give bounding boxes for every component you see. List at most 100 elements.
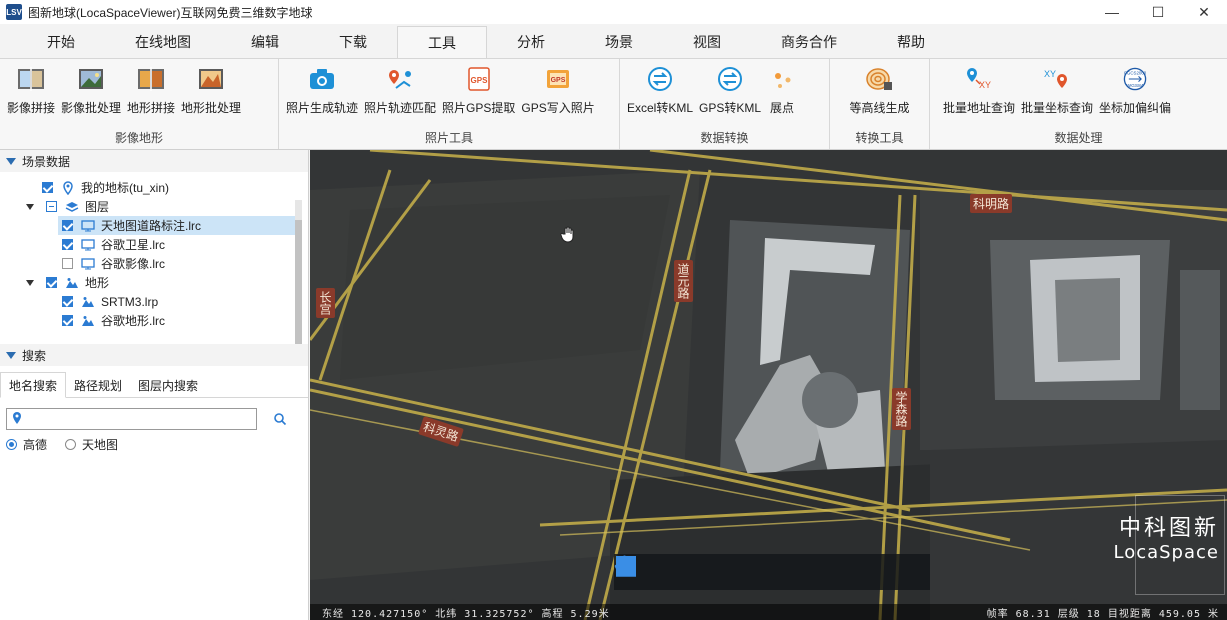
app-logo: LSV (6, 4, 22, 20)
photo-gps-extract-button[interactable]: GPS 照片GPS提取 (439, 61, 518, 125)
checkbox[interactable] (62, 239, 73, 250)
checkbox[interactable] (62, 220, 73, 231)
menu-analysis[interactable]: 分析 (487, 26, 575, 58)
contour-generate-button[interactable]: 等高线生成 (846, 61, 912, 125)
road-label-kemin: 科明路 (970, 194, 1013, 213)
menu-tools[interactable]: 工具 (397, 26, 487, 58)
tab-route-planning[interactable]: 路径规划 (66, 372, 130, 398)
road-label-xuesen: 学森路 (892, 388, 911, 430)
placemark-icon[interactable] (617, 556, 764, 587)
gps-write-photo-button[interactable]: GPS GPS写入照片 (518, 61, 597, 125)
checkbox[interactable] (46, 201, 57, 212)
svg-text:GPS: GPS (470, 76, 488, 85)
tree-item-my-placemarks[interactable]: 我的地标(tu_xin) (42, 178, 169, 197)
search-tabs: 地名搜索 路径规划 图层内搜索 (0, 372, 308, 398)
menu-edit[interactable]: 编辑 (221, 26, 309, 58)
tree-item-google-satellite[interactable]: 谷歌卫星.lrc (62, 235, 165, 254)
excel-to-kml-button[interactable]: Excel转KML (624, 61, 696, 125)
group-title-imagery-terrain: 影像地形 (114, 130, 163, 145)
road-label-daoyuan: 道元路 (674, 260, 693, 302)
tree-item-terrain[interactable]: 地形 (26, 273, 109, 292)
menu-bar: 开始 在线地图 编辑 下载 工具 分析 场景 视图 商务合作 帮助 (0, 24, 1227, 58)
image-mosaic-icon (16, 65, 46, 93)
polygon-icon[interactable] (616, 556, 864, 587)
coord-query-icon: XY (1042, 65, 1072, 93)
ribbon-group-data-process: XY 批量地址查询 XY 批量坐标查询 CGCS2000 WGS84 坐标加偏纠偏… (930, 59, 1227, 149)
checkbox[interactable] (46, 277, 57, 288)
search-button[interactable] (270, 409, 290, 429)
pin-icon (61, 180, 75, 195)
monitor-icon (81, 257, 95, 271)
status-bar: 东经 120.427150° 北纬 31.325752° 高程 5.29米 帧率… (310, 604, 1227, 620)
batch-coord-query-button[interactable]: XY 批量坐标查询 (1018, 61, 1096, 125)
search-input[interactable] (6, 408, 257, 430)
radio-gaode[interactable] (6, 439, 17, 450)
terrain-icon (81, 314, 95, 328)
location-pin-icon (11, 411, 23, 428)
road-label-left: 长宫 (316, 288, 335, 318)
render-stats: 帧率 68.31 层级 18 目视距离 459.05 米 (986, 608, 1219, 620)
tree-item-layers[interactable]: 图层 (26, 197, 109, 216)
monitor-icon (81, 238, 95, 252)
menu-scene[interactable]: 场景 (575, 26, 663, 58)
menu-business[interactable]: 商务合作 (751, 26, 867, 58)
tree-scrollbar[interactable] (295, 200, 302, 360)
tree-item-tianditu-road[interactable]: 天地图道路标注.lrc (58, 216, 296, 235)
image-batch-button[interactable]: 影像批处理 (58, 61, 124, 125)
photo-track-button[interactable]: 照片生成轨迹 (283, 61, 361, 125)
chart-icon[interactable] (616, 557, 914, 587)
coordinate-readout: 东经 120.427150° 北纬 31.325752° 高程 5.29米 (322, 608, 610, 620)
tab-layer-search[interactable]: 图层内搜索 (130, 372, 206, 398)
map-toolbar (614, 554, 930, 590)
select-arrow-icon[interactable] (618, 556, 714, 587)
points-icon (767, 65, 797, 93)
terrain-icon (81, 295, 95, 309)
plot-points-button[interactable]: 展点 (764, 61, 800, 125)
expand-arrow-icon[interactable] (26, 203, 34, 210)
expand-arrow-icon[interactable] (26, 279, 34, 286)
gps-write-icon: GPS (543, 65, 573, 93)
scrollbar-thumb[interactable] (295, 220, 302, 358)
photo-track-match-button[interactable]: 照片轨迹匹配 (361, 61, 439, 125)
coord-offset-button[interactable]: CGCS2000 WGS84 坐标加偏纠偏 (1096, 61, 1174, 125)
image-mosaic-button[interactable]: 影像拼接 (4, 61, 58, 125)
group-title-data-convert: 数据转换 (700, 130, 749, 145)
line-icon[interactable] (616, 556, 814, 587)
track-match-icon (385, 65, 415, 93)
checkbox[interactable] (42, 182, 53, 193)
image-batch-icon (76, 65, 106, 93)
menu-start[interactable]: 开始 (17, 26, 105, 58)
close-button[interactable]: ✕ (1181, 0, 1227, 24)
tree-item-srtm3[interactable]: SRTM3.lrp (62, 292, 158, 311)
terrain-mosaic-button[interactable]: 地形拼接 (124, 61, 178, 125)
map-view[interactable]: 科明路 道元路 科灵路 学森路 长宫 中科图新 LocaSpace 东经 120… (310, 150, 1227, 620)
checkbox[interactable] (62, 315, 73, 326)
batch-address-query-button[interactable]: XY 批量地址查询 (940, 61, 1018, 125)
contour-icon (864, 65, 894, 93)
checkbox[interactable] (62, 296, 73, 307)
tree-item-google-terrain[interactable]: 谷歌地形.lrc (62, 311, 165, 330)
radio-tianditu[interactable] (65, 439, 77, 450)
svg-text:XY: XY (1044, 69, 1056, 79)
scene-data-header[interactable]: 场景数据 (0, 150, 308, 172)
checkbox[interactable] (62, 258, 73, 269)
tree-item-google-image[interactable]: 谷歌影像.lrc (62, 254, 165, 273)
svg-text:XY: XY (979, 80, 991, 90)
coord-offset-icon: CGCS2000 WGS84 (1120, 65, 1150, 93)
menu-help[interactable]: 帮助 (867, 26, 955, 58)
window-title: 图新地球(LocaSpaceViewer)互联网免费三维数字地球 (28, 5, 313, 20)
ribbon-group-imagery-terrain: 影像拼接 影像批处理 地形拼接 地形批处理 影像地形 (0, 59, 279, 149)
minimize-button[interactable]: — (1089, 0, 1135, 24)
gps-to-kml-button[interactable]: GPS转KML (696, 61, 764, 125)
terrain-batch-button[interactable]: 地形批处理 (178, 61, 244, 125)
watermark-cn: 中科图新 (1118, 516, 1219, 541)
terrain-batch-icon (196, 65, 226, 93)
menu-download[interactable]: 下载 (309, 26, 397, 58)
tab-place-search[interactable]: 地名搜索 (0, 372, 67, 398)
maximize-button[interactable]: ☐ (1135, 0, 1181, 24)
radio-gaode-label: 高德 (23, 438, 48, 452)
search-header[interactable]: 搜索 (0, 344, 308, 366)
menu-view[interactable]: 视图 (663, 26, 751, 58)
monitor-icon (81, 219, 95, 233)
menu-online-map[interactable]: 在线地图 (105, 26, 221, 58)
